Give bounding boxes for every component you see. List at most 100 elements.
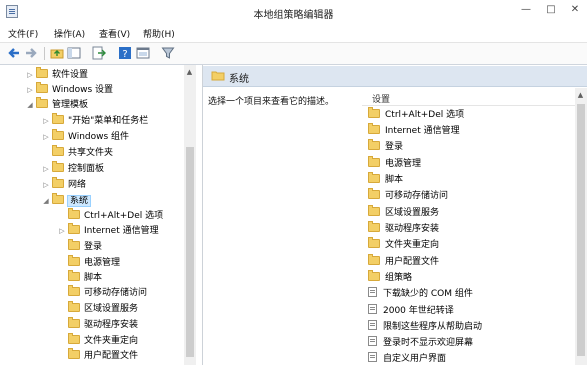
folder-icon [368, 107, 380, 118]
tree-item-logon[interactable]: 登录 [56, 239, 102, 255]
tree-item-removable-storage[interactable]: 可移动存储访问 [56, 285, 147, 301]
expand-arrow-icon[interactable]: ▷ [40, 114, 52, 129]
folder-icon [368, 254, 380, 265]
tree-item-control-panel[interactable]: ▷ 控制面板 [40, 161, 104, 177]
tree-item-system[interactable]: ◢ 系统 [40, 193, 92, 209]
list-item[interactable]: 限制这些程序从帮助启动 [368, 319, 482, 335]
menu-file[interactable]: 文件(F) [8, 27, 38, 40]
menu-view[interactable]: 查看(V) [99, 27, 130, 40]
list-item[interactable]: 组策略 [368, 270, 412, 286]
list-item[interactable]: 区域设置服务 [368, 205, 439, 221]
folder-icon [68, 208, 80, 219]
scroll-up-arrow-icon[interactable]: ▲ [184, 67, 195, 78]
window-title: 本地组策略编辑器 [253, 10, 334, 21]
list-column-header[interactable]: 设置 [362, 88, 587, 106]
folder-icon [36, 82, 48, 93]
list-item[interactable]: 可移动存储访问 [368, 188, 448, 204]
list-item[interactable]: 脚本 [368, 172, 403, 188]
tree-item-network[interactable]: ▷ 网络 [40, 177, 86, 193]
folder-icon [368, 123, 380, 134]
policy-setting-icon [368, 320, 377, 330]
collapse-arrow-icon[interactable]: ◢ [24, 98, 36, 113]
expand-arrow-icon[interactable]: ▷ [24, 83, 36, 98]
tree-scrollbar-thumb[interactable] [186, 147, 194, 357]
forward-icon[interactable] [24, 46, 38, 60]
folder-icon [368, 172, 380, 183]
content-header-title: 系统 [229, 74, 249, 85]
back-icon[interactable] [7, 46, 21, 60]
properties-icon[interactable] [136, 46, 150, 60]
tree-item-windows-settings[interactable]: ▷ Windows 设置 [24, 82, 113, 98]
folder-icon [368, 188, 380, 199]
minimize-button[interactable]: — [516, 3, 536, 17]
toolbar: ? [0, 43, 587, 65]
list-item[interactable]: Ctrl+Alt+Del 选项 [368, 107, 464, 123]
tree-item-shared-folders[interactable]: 共享文件夹 [40, 145, 113, 161]
folder-icon [68, 348, 80, 359]
tree-item-user-profiles[interactable]: 用户配置文件 [56, 348, 138, 364]
folder-icon [52, 161, 64, 172]
close-button[interactable]: ✕ [565, 3, 585, 17]
list-scrollbar[interactable]: ▲ [575, 88, 587, 365]
tree-pane: ▷ 软件设置 ▷ Windows 设置 ◢ 管理模板 ▷ "开始"菜单和任务栏 ▷ Win… [0, 65, 203, 365]
help-icon[interactable]: ? [118, 46, 132, 60]
list-item[interactable]: 下载缺少的 COM 组件 [368, 286, 473, 302]
policy-setting-icon [368, 336, 377, 346]
list-item[interactable]: Internet 通信管理 [368, 123, 460, 139]
tree-item-power-management[interactable]: 电源管理 [56, 255, 120, 271]
filter-icon[interactable] [161, 46, 175, 60]
folder-icon [68, 333, 80, 344]
toolbar-separator [44, 47, 45, 60]
tree-item-folder-redirection[interactable]: 文件夹重定向 [56, 333, 138, 349]
folder-icon [68, 270, 80, 281]
title-bar: 本地组策略编辑器 — □ ✕ [0, 0, 587, 24]
folder-icon [368, 139, 380, 150]
tree-scrollbar[interactable]: ▲ [184, 65, 196, 365]
collapse-arrow-icon[interactable]: ◢ [40, 194, 52, 209]
folder-icon [36, 67, 48, 78]
folder-icon [68, 239, 80, 250]
list-item[interactable]: 用户配置文件 [368, 254, 439, 270]
show-hide-tree-icon[interactable] [67, 46, 81, 60]
expand-arrow-icon[interactable]: ▷ [40, 130, 52, 145]
list-item[interactable]: 2000 年世纪转译 [368, 303, 454, 319]
folder-icon [36, 97, 48, 108]
tree-item-windows-components[interactable]: ▷ Windows 组件 [40, 129, 129, 145]
tree-item-scripts[interactable]: 脚本 [56, 270, 102, 286]
export-list-icon[interactable] [92, 46, 106, 60]
tree-item-locale-services[interactable]: 区域设置服务 [56, 301, 138, 317]
column-setting[interactable]: 设置 [372, 92, 390, 105]
folder-icon [68, 223, 80, 234]
menu-action[interactable]: 操作(A) [54, 27, 85, 40]
folder-icon [52, 177, 64, 188]
tree-item-internet-comm[interactable]: ▷ Internet 通信管理 [56, 223, 159, 239]
tree-item-admin-templates[interactable]: ◢ 管理模板 [24, 97, 88, 113]
list-item[interactable]: 驱动程序安装 [368, 221, 439, 237]
maximize-button[interactable]: □ [541, 3, 561, 17]
folder-icon [368, 205, 380, 216]
scroll-up-arrow-icon[interactable]: ▲ [575, 90, 586, 101]
expand-arrow-icon[interactable]: ▷ [40, 178, 52, 193]
menu-help[interactable]: 帮助(H) [143, 27, 175, 40]
up-folder-icon[interactable] [50, 46, 64, 60]
tree-item-driver-installation[interactable]: 驱动程序安装 [56, 317, 138, 333]
list-item[interactable]: 登录 [368, 139, 403, 155]
tree-item-ctrl-alt-del[interactable]: Ctrl+Alt+Del 选项 [56, 208, 163, 224]
policy-setting-icon [368, 287, 377, 297]
folder-icon [68, 255, 80, 266]
expand-arrow-icon[interactable]: ▷ [24, 68, 36, 83]
tree-item-start-menu-taskbar[interactable]: ▷ "开始"菜单和任务栏 [40, 113, 148, 129]
folder-icon [52, 145, 64, 156]
description-text: 选择一个项目来查看它的描述。 [208, 97, 335, 107]
list-item[interactable]: 登录时不显示欢迎屏幕 [368, 335, 473, 351]
content-header: 系统 [203, 66, 587, 87]
folder-icon [368, 156, 380, 167]
folder-icon [368, 237, 380, 248]
list-item[interactable]: 电源管理 [368, 156, 421, 172]
expand-arrow-icon[interactable]: ▷ [56, 224, 68, 239]
folder-icon [68, 301, 80, 312]
list-item[interactable]: 文件夹重定向 [368, 237, 439, 253]
list-scrollbar-thumb[interactable] [577, 104, 585, 356]
expand-arrow-icon[interactable]: ▷ [40, 162, 52, 177]
tree-item-software-settings[interactable]: ▷ 软件设置 [24, 67, 88, 83]
